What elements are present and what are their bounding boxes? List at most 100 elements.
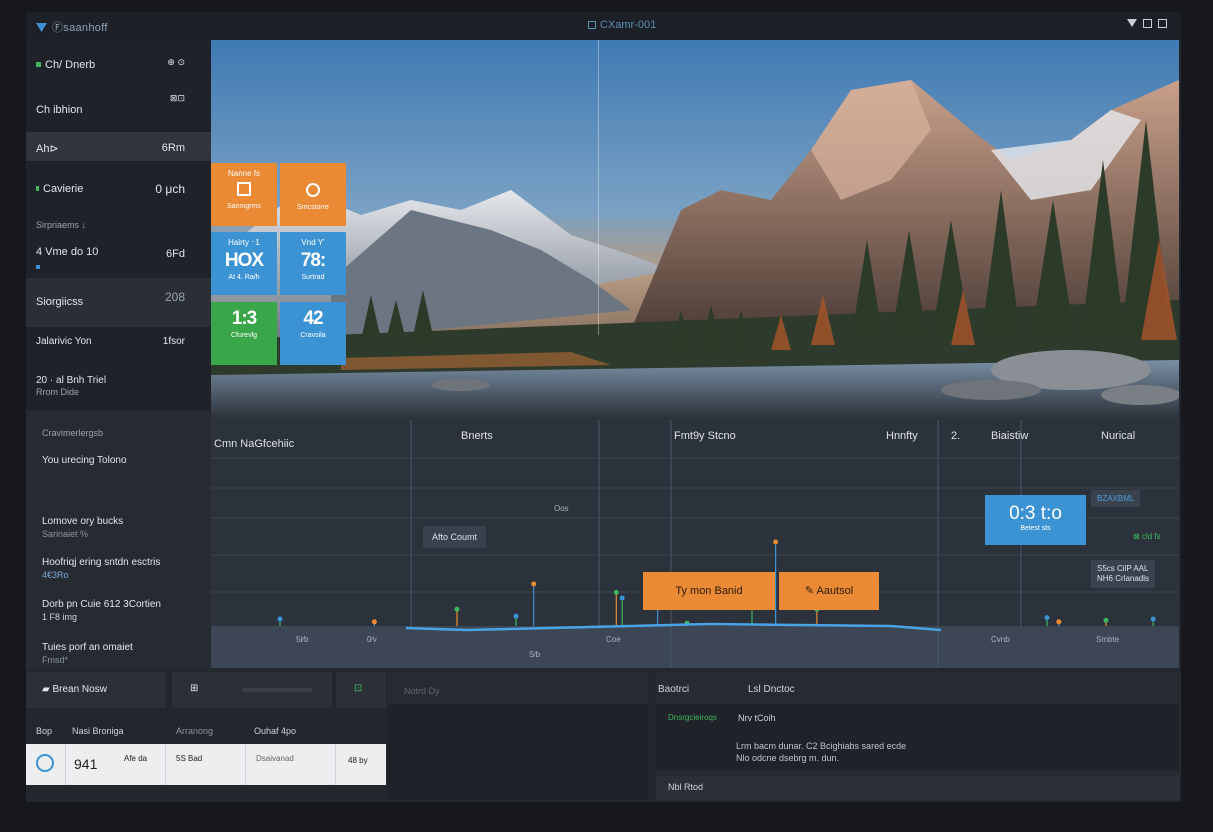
panel-heading: Lsl Dnctoc bbox=[748, 684, 795, 695]
base-label: 5t⁄b bbox=[296, 635, 309, 644]
sidebar-item-label: Jalarivic Yon bbox=[36, 336, 92, 347]
app-title-text: Ⓕsaanhoff bbox=[52, 22, 108, 34]
list-item-title: Hoofriqj ering sntdn esctris bbox=[42, 557, 161, 568]
chart-point bbox=[773, 539, 779, 545]
sidebar-item-label: Sirpriaems ↓ bbox=[36, 220, 87, 230]
sidebar-item-label: Ah⊳ bbox=[36, 143, 59, 155]
card-icon-cell bbox=[26, 744, 66, 785]
list-item[interactable]: Hoofriqj ering sntdn esctris 4€3Ro bbox=[42, 557, 160, 582]
tile-value: HOX bbox=[224, 250, 264, 271]
message-line: Nlo odcne dsebrg m. dun. bbox=[736, 753, 840, 763]
sidebar-item-label: Ch ibhion bbox=[36, 104, 83, 116]
chart-point bbox=[454, 606, 460, 612]
list-item-sub: 4€3Ro bbox=[42, 570, 69, 580]
close-icon[interactable] bbox=[1158, 19, 1167, 28]
message-tag: Dnsrgcieiroqs bbox=[668, 713, 717, 722]
document-icon bbox=[237, 182, 251, 196]
tab-brean-nosw[interactable]: ▰ Brean Nosw bbox=[26, 672, 166, 708]
card-value: 941 bbox=[74, 756, 98, 772]
sidebar-item-value: 0 μch bbox=[155, 182, 185, 196]
window-title-icon bbox=[588, 21, 596, 29]
list-item[interactable]: Tuies porf an omaiet Fmsd* bbox=[42, 642, 133, 667]
panel-footer: Nbl Rtod bbox=[656, 776, 1179, 800]
sidebar-item-jalarivic[interactable]: Jalarivic Yon 1fsor bbox=[26, 328, 211, 368]
bottom-left-header-row: Bop Nasi Broniga Arranong Ouhaf 4po bbox=[26, 716, 386, 744]
column-label: Bnerts bbox=[461, 430, 493, 442]
window-controls bbox=[1127, 19, 1167, 28]
sidebar-item-siorgiicss[interactable]: Siorgiicss 208 bbox=[26, 278, 211, 328]
card-cell: 48 by bbox=[336, 744, 386, 785]
panel-label: Notrd Dy bbox=[404, 686, 440, 696]
tile-78[interactable]: Vnd Y' 78: Surtrad bbox=[280, 232, 346, 295]
card-label: Dsaivanad bbox=[256, 754, 294, 763]
list-item-sub: Sarinaiet % bbox=[42, 529, 89, 539]
list-item[interactable]: You urecing Tolono bbox=[42, 455, 127, 467]
sidebar-item-vme-do[interactable]: 4 Vme do 10 6Fd bbox=[26, 238, 211, 278]
section-title: Cravimerlergsb bbox=[42, 428, 104, 438]
tile-13[interactable]: 1:3 Cfurevlg bbox=[211, 302, 277, 365]
alt-count-tag[interactable]: Afto Coumt bbox=[423, 526, 487, 548]
sidebar-item-label: Cavierie bbox=[43, 183, 84, 195]
sidebar-item-value: ⊕ ⊙ bbox=[167, 57, 185, 67]
readout-box: 0:3 t:o Beiest sts bbox=[985, 495, 1086, 545]
status-dot-icon bbox=[36, 62, 41, 67]
tile-clock[interactable]: Smcstorre bbox=[280, 163, 346, 226]
chart-point bbox=[513, 613, 519, 619]
readout-sub: Beiest sts bbox=[1020, 525, 1051, 532]
sidebar-item-city-dnerb[interactable]: Ch/ Dnerb ⊕ ⊙ bbox=[26, 40, 211, 88]
sidebar-item-ah[interactable]: Ah⊳ 6Rm bbox=[26, 132, 211, 162]
bullet-icon bbox=[36, 265, 40, 269]
sidebar-item-label: 4 Vme do 10 bbox=[36, 246, 99, 258]
tile-value: 42 bbox=[303, 308, 323, 329]
message-title: Nrv tCoih bbox=[738, 713, 776, 723]
tab-window[interactable]: ⊡ bbox=[336, 672, 386, 708]
sidebar-item-bnh-triel[interactable]: 20 · al Bnh Triel Rrom Dide bbox=[26, 368, 211, 410]
tile-footer: Surtrad bbox=[301, 274, 325, 281]
tile-footer: Sanmgrms bbox=[227, 203, 261, 210]
list-item[interactable]: Lomove ory bucks Sarinaiet % bbox=[42, 516, 123, 541]
chart-point bbox=[1150, 616, 1156, 622]
tab-grid[interactable]: ⊞ bbox=[172, 672, 332, 708]
sidebar-item-ch-ibhion[interactable]: Ch ibhion ⊠⊡ bbox=[26, 88, 211, 132]
sidebar-item-value: 6Rm bbox=[161, 142, 185, 154]
clock-icon bbox=[306, 183, 320, 197]
chart-point bbox=[531, 581, 537, 587]
maximize-icon[interactable] bbox=[1143, 19, 1152, 28]
tile-header: Hairty ⁻1 bbox=[228, 238, 260, 247]
side-tag-small: ⊠ cld fs bbox=[1133, 532, 1161, 541]
side-tag-top: BZAXBML bbox=[1091, 490, 1141, 507]
tile-hox[interactable]: Hairty ⁻1 HOX At 4. Ra/h bbox=[211, 232, 277, 295]
column-label: Cmn NaGfcehiic bbox=[214, 438, 295, 450]
bullet-icon bbox=[36, 186, 39, 191]
sidebar-item-sub: Rrom Dide bbox=[36, 387, 80, 397]
sidebar-item-sirpriaems[interactable]: Sirpriaems ↓ bbox=[26, 212, 211, 238]
message-line: Lrm bacm dunar. C2 Bcighiabs sared ecde bbox=[736, 741, 907, 751]
tile-document[interactable]: Nanne fs Sanmgrms bbox=[211, 163, 277, 226]
chart-point bbox=[1056, 619, 1062, 625]
tile-footer: Smcstorre bbox=[297, 204, 329, 211]
tile-footer: Cravsila bbox=[300, 332, 326, 339]
primary-action-button[interactable]: Ty mon Banid bbox=[643, 572, 775, 610]
list-item-title: You urecing Tolono bbox=[42, 455, 127, 466]
list-item-sub: 1 F8 img bbox=[42, 612, 78, 622]
sidebar-item-cavierie[interactable]: Cavierie 0 μch bbox=[26, 162, 211, 212]
tile-header: Vnd Y' bbox=[301, 238, 325, 247]
summary-card[interactable]: 941 Afe da 5S Bad Dsaivanad 48 by bbox=[26, 744, 386, 785]
column-label: Fmt9y Stcno bbox=[674, 430, 736, 442]
sidebar-item-label: 20 · al Bnh Triel bbox=[36, 375, 107, 386]
wrench-icon: ✎ bbox=[804, 585, 817, 597]
bottom-right-panel: Baotrci Lsl Dnctoc Dnsrgcieiroqs Nrv tCo… bbox=[656, 672, 1181, 802]
header-cell: Ouhaf 4po bbox=[254, 726, 297, 736]
list-item[interactable]: Dorb pn Cuie 612 3Cortien 1 F8 img bbox=[42, 599, 161, 624]
chart-point bbox=[371, 619, 377, 625]
dropdown-icon[interactable] bbox=[1127, 19, 1137, 27]
sidebar-item-label: Ch/ Dnerb bbox=[45, 59, 96, 71]
window-title: CXamr-001 bbox=[588, 19, 656, 31]
folder-icon: ▰ bbox=[42, 684, 53, 695]
chart-baseline-series bbox=[405, 622, 942, 632]
tile-42[interactable]: 42 Cravsila bbox=[280, 302, 346, 365]
window-title-text: CXamr-001 bbox=[600, 19, 657, 31]
base-label: 0⁄v bbox=[367, 635, 377, 644]
secondary-action-button[interactable]: ✎ Aautsol bbox=[779, 572, 879, 610]
tile-footer: At 4. Ra/h bbox=[228, 274, 260, 281]
